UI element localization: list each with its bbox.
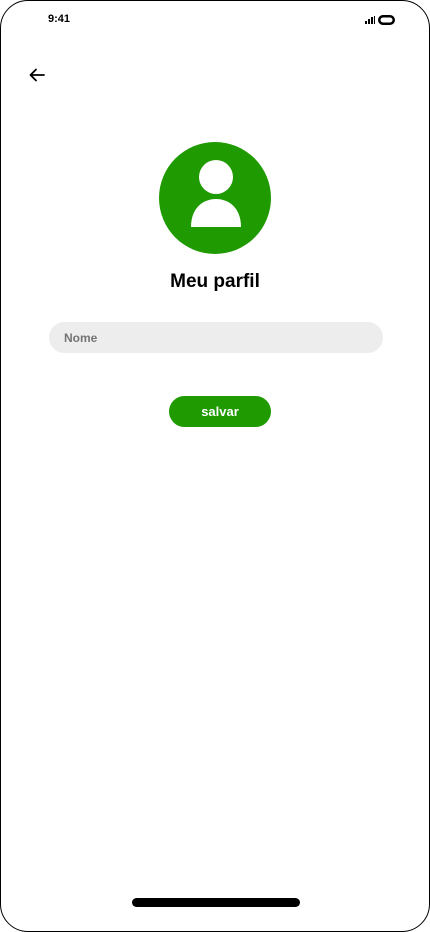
name-input[interactable]	[49, 322, 383, 353]
status-time: 9:41	[48, 13, 71, 25]
arrow-left-icon	[29, 68, 45, 87]
phone-frame: 9:41 Meu parfil Nome salvar	[0, 0, 430, 932]
avatar	[159, 142, 271, 254]
status-icons	[365, 15, 395, 25]
back-button[interactable]	[25, 65, 49, 89]
battery-icon	[378, 15, 395, 25]
save-button[interactable]: salvar	[169, 396, 271, 427]
user-icon	[159, 142, 271, 254]
status-bar: 9:41	[1, 1, 429, 37]
page-title: Meu parfil	[170, 271, 260, 292]
home-indicator	[132, 898, 300, 907]
signal-icon	[365, 16, 375, 24]
